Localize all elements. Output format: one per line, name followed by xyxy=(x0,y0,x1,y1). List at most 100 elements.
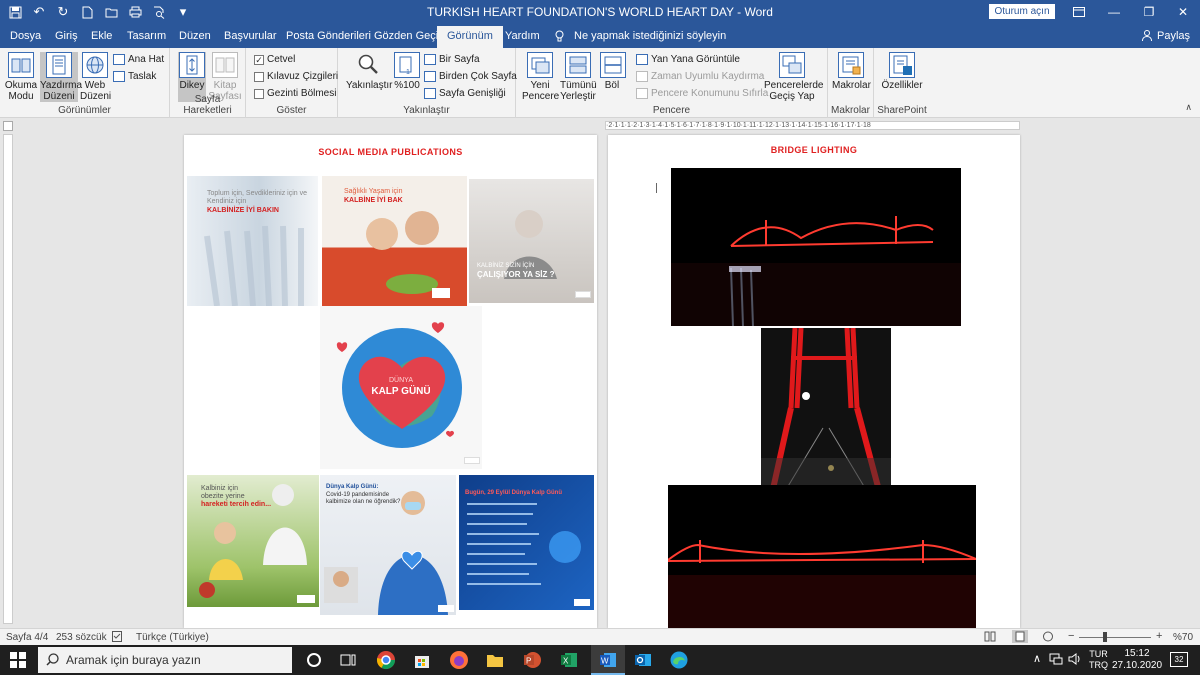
bridge-road-image[interactable] xyxy=(761,328,891,498)
chrome-icon[interactable] xyxy=(376,650,396,670)
document-page-2[interactable]: BRIDGE LIGHTING xyxy=(608,135,1020,628)
synchronous-scrolling-button[interactable]: Zaman Uyumlu Kaydırma xyxy=(636,71,764,82)
social-post-image-6[interactable]: Dünya Kalp Günü: Covid-19 pandemisinde k… xyxy=(320,475,456,615)
taskbar-search[interactable]: Aramak için buraya yazın xyxy=(38,647,292,673)
ruler-label: Cetvel xyxy=(267,54,296,65)
gridlines-checkbox[interactable]: Kılavuz Çizgileri xyxy=(254,71,338,82)
restore-icon[interactable]: ❐ xyxy=(1138,2,1160,22)
magnifier-icon xyxy=(355,52,381,78)
close-icon[interactable]: ✕ xyxy=(1172,2,1194,22)
sign-in-button[interactable]: Oturum açın xyxy=(989,4,1055,19)
share-button[interactable]: Paylaş xyxy=(1157,30,1190,42)
zoom-in-icon[interactable]: + xyxy=(1156,630,1162,642)
firefox-icon[interactable] xyxy=(449,650,469,670)
tab-ekle[interactable]: Ekle xyxy=(91,30,112,42)
reading-mode-label: Okuma Modu xyxy=(4,80,38,102)
collapse-ribbon-icon[interactable]: ∧ xyxy=(1185,102,1192,113)
zoom-slider-thumb[interactable] xyxy=(1103,632,1107,642)
ruler-checkbox[interactable]: ✓ Cetvel xyxy=(254,54,295,65)
bridge-night-image-2[interactable] xyxy=(668,485,976,628)
zoom-out-icon[interactable]: − xyxy=(1068,630,1074,642)
tab-basvurular[interactable]: Başvurular xyxy=(224,30,277,42)
tab-dosya[interactable]: Dosya xyxy=(10,30,41,42)
one-page-button[interactable]: Bir Sayfa xyxy=(424,54,480,65)
cortana-icon[interactable] xyxy=(304,650,324,670)
social-post-image-2[interactable]: Sağlıklı Yaşam için KALBİNE İYİ BAK xyxy=(322,176,467,306)
tab-gorunum[interactable]: Görünüm xyxy=(437,26,503,48)
social-post-image-3[interactable]: KALBİNİZ SİZİN İÇİN ÇALIŞIYOR YA SİZ ? xyxy=(469,179,594,303)
input-language[interactable]: TUR TRQ xyxy=(1089,649,1108,671)
store-icon[interactable] xyxy=(412,650,432,670)
word-count[interactable]: 253 sözcük xyxy=(56,632,107,643)
draft-button[interactable]: Taslak xyxy=(113,71,156,82)
tab-yardim[interactable]: Yardım xyxy=(505,30,540,42)
navigation-pane-checkbox[interactable]: Gezinti Bölmesi xyxy=(254,88,336,99)
post-5-heading: hareketi tercih edin... xyxy=(201,501,272,508)
print-layout-button[interactable]: Yazdırma Düzeni xyxy=(40,52,82,102)
chevron-up-icon[interactable]: ∧ xyxy=(1033,652,1041,665)
tab-tasarim[interactable]: Tasarım xyxy=(127,30,166,42)
language[interactable]: Türkçe (Türkiye) xyxy=(136,632,209,643)
globe-icon xyxy=(82,52,108,78)
book-icon xyxy=(8,52,34,78)
page-width-button[interactable]: Sayfa Genişliği xyxy=(424,88,506,99)
task-view-icon[interactable] xyxy=(338,650,358,670)
powerpoint-icon[interactable]: P xyxy=(522,650,542,670)
tab-duzen[interactable]: Düzen xyxy=(179,30,211,42)
reset-position-icon xyxy=(636,88,648,99)
notifications-icon[interactable]: 32 xyxy=(1170,652,1188,667)
search-placeholder: Aramak için buraya yazın xyxy=(66,653,201,667)
print-layout-view-icon[interactable] xyxy=(1012,630,1028,643)
web-layout-button[interactable]: Web Düzeni xyxy=(80,52,111,102)
social-post-image-1[interactable]: Toplum için, Sevdikleriniz için ve Kendi… xyxy=(187,176,318,306)
split-button[interactable]: Böl xyxy=(600,52,626,91)
word-taskbar-button[interactable]: W xyxy=(591,645,625,675)
gridlines-box xyxy=(254,71,264,82)
multiple-pages-button[interactable]: Birden Çok Sayfa xyxy=(424,71,517,82)
web-layout-view-icon[interactable] xyxy=(1042,631,1054,645)
page-count[interactable]: Sayfa 4/4 xyxy=(6,632,48,643)
network-icon[interactable] xyxy=(1049,653,1063,668)
macros-button[interactable]: Makrolar xyxy=(832,52,871,91)
bridge-night-image-1[interactable] xyxy=(671,168,961,326)
tab-posta[interactable]: Posta Gönderileri xyxy=(286,30,371,42)
outline-button[interactable]: Ana Hat xyxy=(113,54,164,65)
page-title: BRIDGE LIGHTING xyxy=(770,145,858,155)
reset-window-position-button[interactable]: Pencere Konumunu Sıfırla xyxy=(636,88,768,99)
zoom-button[interactable]: Yakınlaştır xyxy=(346,52,393,91)
excel-icon[interactable]: X xyxy=(559,650,579,670)
horizontal-ruler[interactable]: ·2·1·1·1·2·1·3·1·4·1·5·1·6·1·7·1·8·1·9·1… xyxy=(605,121,1020,130)
document-page-1[interactable]: SOCIAL MEDIA PUBLICATIONS Toplum için, S… xyxy=(184,135,597,628)
tab-giris[interactable]: Giriş xyxy=(55,30,78,42)
speaker-icon[interactable] xyxy=(1068,653,1082,668)
post-6-heading: Dünya Kalp Günü: xyxy=(326,484,379,490)
multiple-pages-label: Birden Çok Sayfa xyxy=(439,71,517,82)
outlook-icon[interactable] xyxy=(633,650,653,670)
zoom-100-button[interactable]: 1 %100 xyxy=(393,52,421,91)
ribbon-display-options-icon[interactable] xyxy=(1068,2,1090,22)
clock[interactable]: 15:12 27.10.2020 xyxy=(1112,648,1162,672)
minimize-icon[interactable]: — xyxy=(1103,2,1125,22)
read-mode-icon[interactable] xyxy=(984,631,996,645)
windows-start-icon[interactable] xyxy=(10,652,26,671)
switch-windows-button[interactable]: Pencerelerde Geçiş Yap xyxy=(764,52,823,102)
tell-me-search[interactable]: Ne yapmak istediğinizi söyleyin xyxy=(574,30,726,42)
view-side-by-side-button[interactable]: Yan Yana Görüntüle xyxy=(636,54,740,65)
vertical-ruler[interactable] xyxy=(3,134,13,624)
one-page-icon xyxy=(424,54,436,65)
zoom-slider[interactable] xyxy=(1079,637,1151,638)
side-by-side-label: Yan Yana Görüntüle xyxy=(651,54,740,65)
world-heart-day-image[interactable]: DÜNYA KALP GÜNÜ xyxy=(320,306,482,469)
tab-gozden-gecir[interactable]: Gözden Geçir xyxy=(374,30,442,42)
tab-selector[interactable] xyxy=(3,121,13,131)
new-window-button[interactable]: Yeni Pencere xyxy=(522,52,559,102)
arrange-all-button[interactable]: Tümünü Yerleştir xyxy=(560,52,597,102)
social-post-image-5[interactable]: Kalbiniz için obezite yerine hareketi te… xyxy=(187,475,319,607)
file-explorer-icon[interactable] xyxy=(485,650,505,670)
reading-mode-button[interactable]: Okuma Modu xyxy=(4,52,38,102)
properties-button[interactable]: Özellikler xyxy=(880,52,924,91)
zoom-level[interactable]: %70 xyxy=(1173,632,1193,643)
edge-icon[interactable] xyxy=(669,650,689,670)
proofing-icon[interactable] xyxy=(112,631,122,645)
social-post-image-7[interactable]: Bugün, 29 Eylül Dünya Kalp Günü xyxy=(459,475,594,610)
